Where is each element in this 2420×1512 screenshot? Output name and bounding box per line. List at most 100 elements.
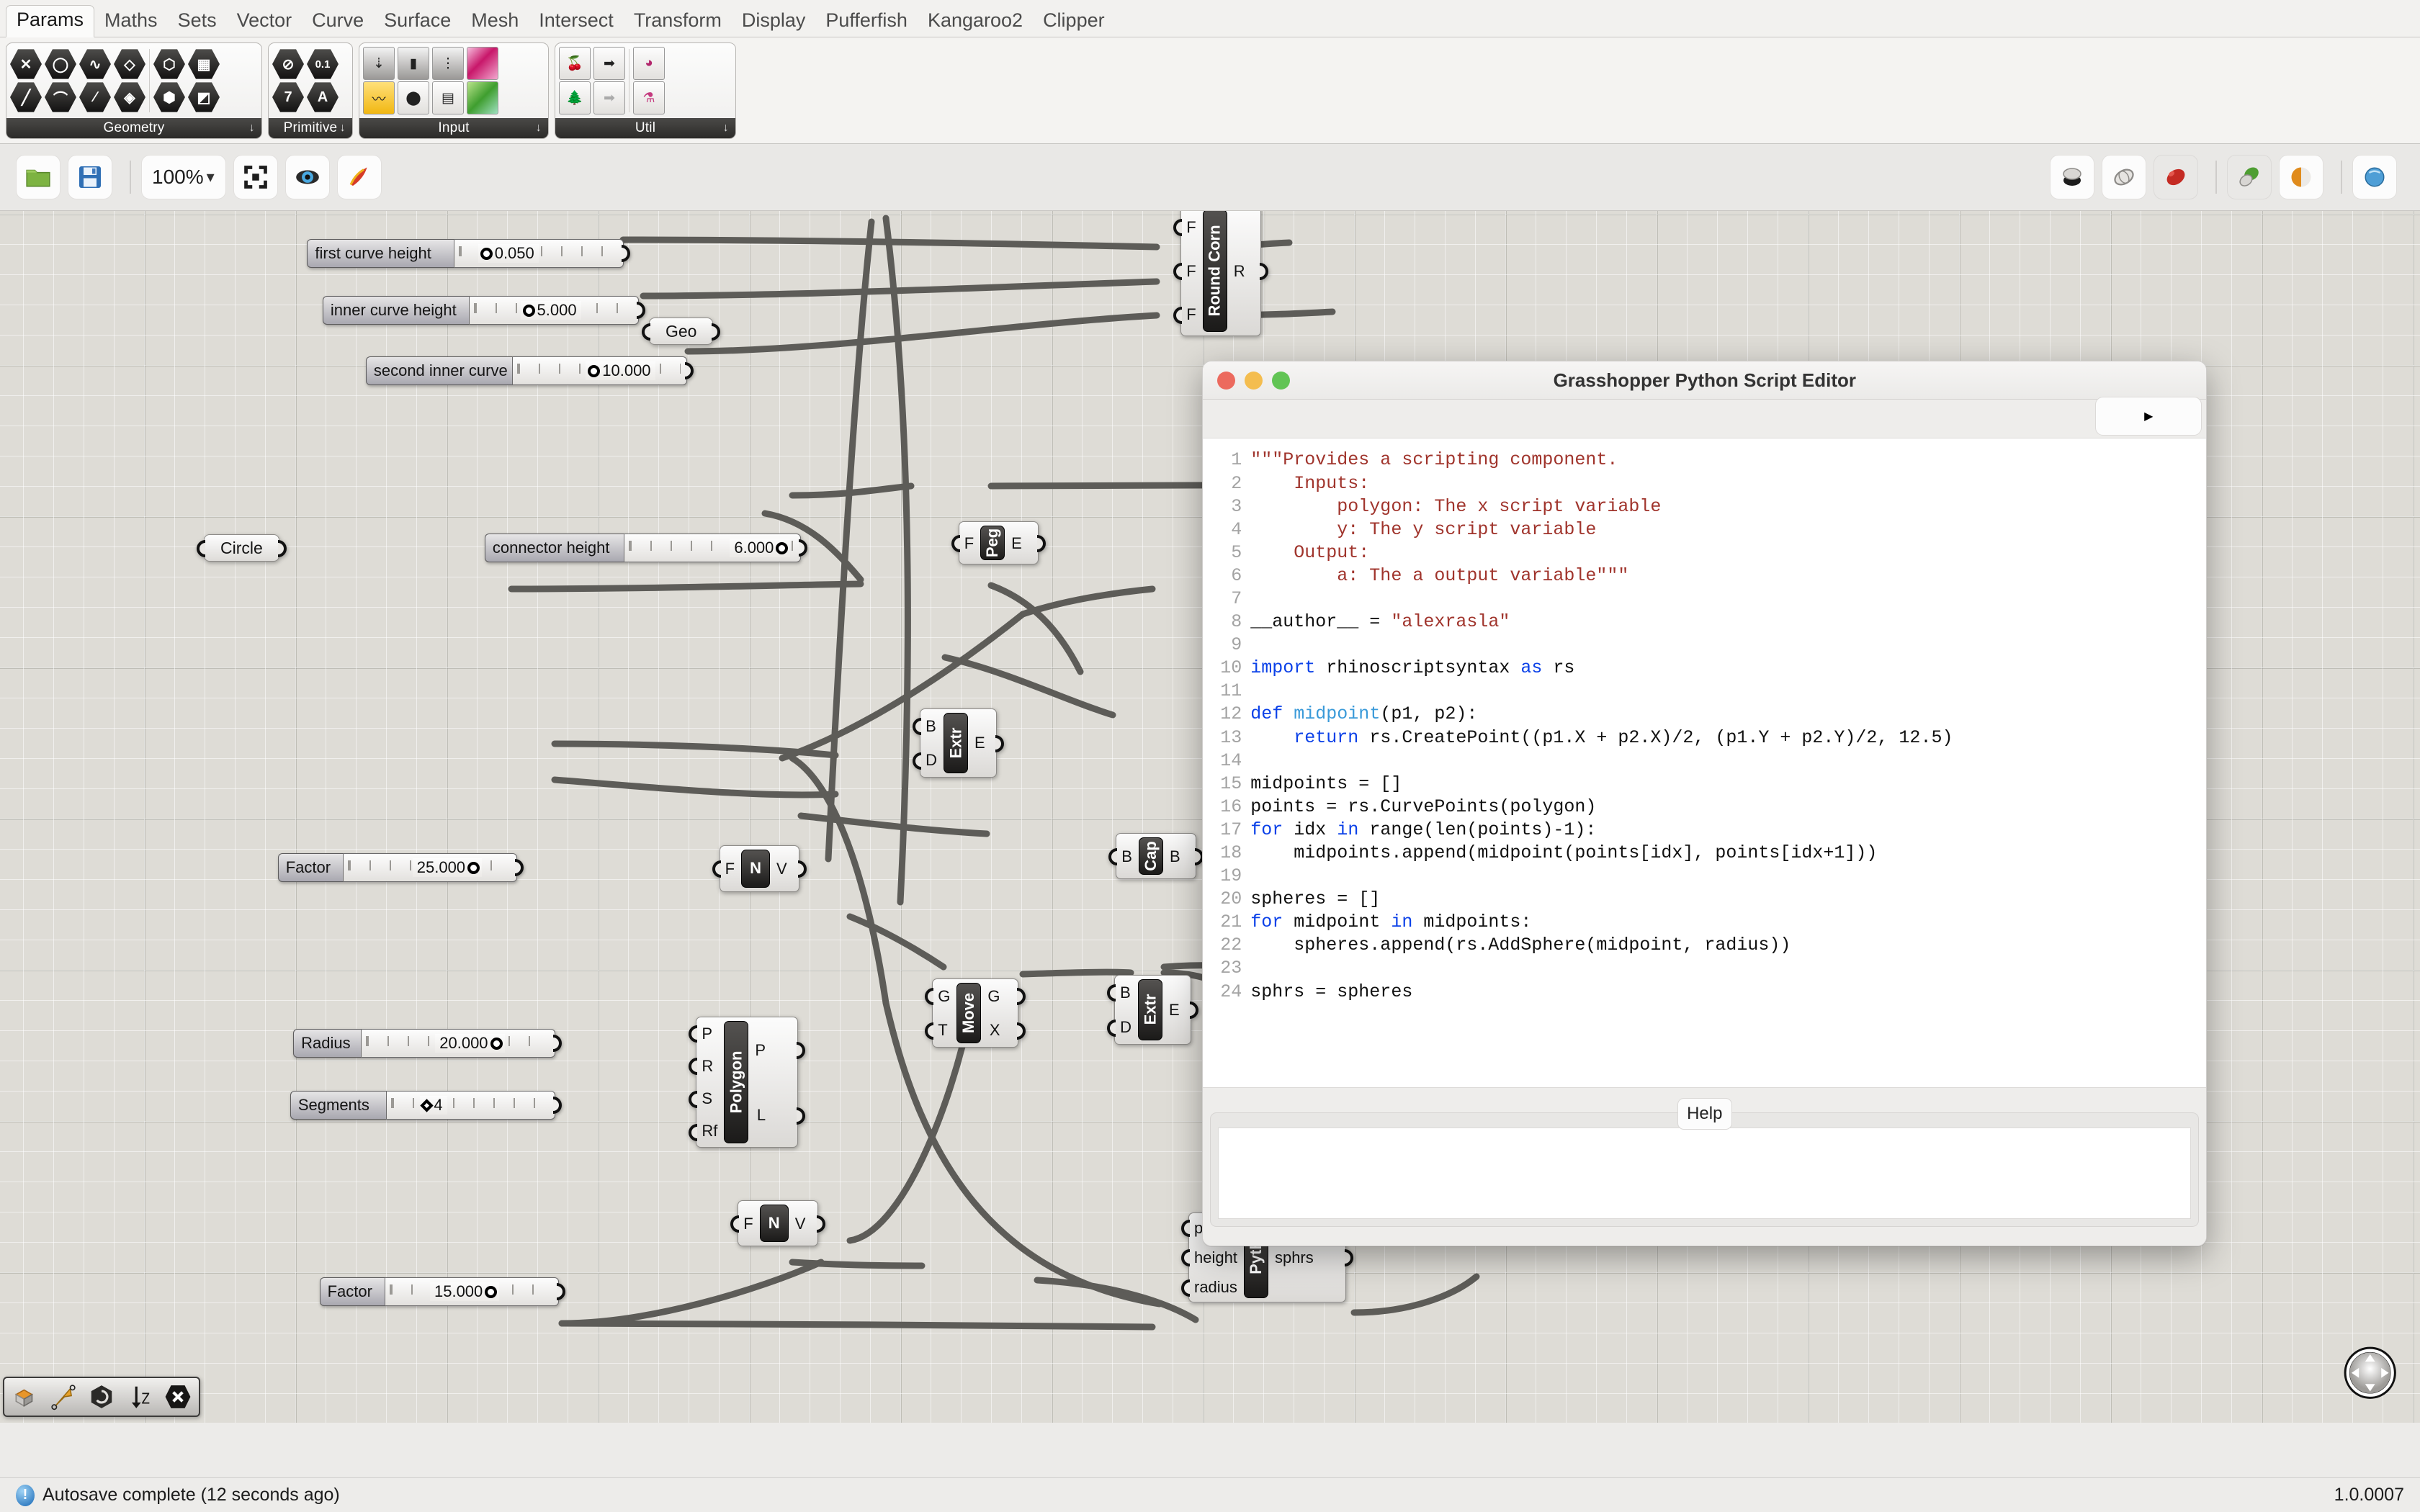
boolean-toggle-icon[interactable]: ▮ (398, 47, 429, 80)
slider-knob[interactable] (480, 248, 493, 260)
output-param-P[interactable]: P (755, 1042, 766, 1058)
sticky-preview-icon[interactable] (2227, 155, 2272, 199)
preview-wireframe-icon[interactable] (2102, 155, 2146, 199)
slider-factor-7[interactable]: Factor15.000 (320, 1277, 559, 1306)
sketch-arrow-icon[interactable] (48, 1381, 79, 1413)
python-script-editor-window[interactable]: Grasshopper Python Script Editor ▶ 1"""P… (1202, 361, 2207, 1246)
code-line[interactable]: 22 spheres.append(rs.AddSphere(midpoint,… (1203, 934, 2206, 957)
value-list-icon[interactable]: ⋮ (432, 47, 464, 80)
run-script-button[interactable]: ▶ (2095, 397, 2202, 436)
input-param-height[interactable]: height (1194, 1249, 1237, 1266)
slider-track[interactable]: 0.050 (454, 239, 624, 268)
graph-mapper-icon[interactable]: 〰 (363, 81, 395, 114)
input-param-D[interactable]: D (926, 752, 937, 768)
slider-knob[interactable] (490, 1038, 503, 1050)
mesh-param-icon[interactable]: ▦ (188, 48, 220, 80)
geometry-param-icon[interactable]: ⬢ (153, 81, 185, 113)
code-line[interactable]: 19 (1203, 865, 2206, 888)
cluster-icon[interactable]: ◕ (633, 47, 665, 80)
input-param-F[interactable]: F (1186, 219, 1196, 235)
menu-tab-clipper[interactable]: Clipper (1033, 8, 1115, 37)
code-line[interactable]: 6 a: The a output variable""" (1203, 564, 2206, 588)
cherry-picker-icon[interactable]: 🍒 (559, 47, 591, 80)
input-param-radius[interactable]: radius (1194, 1279, 1237, 1295)
output-param-X[interactable]: X (990, 1022, 1000, 1038)
input-param-B[interactable]: B (1120, 984, 1131, 1001)
input-param-F[interactable]: F (1186, 263, 1196, 279)
code-editor-area[interactable]: 1"""Provides a scripting component.2 Inp… (1203, 438, 2206, 1087)
output-param-E[interactable]: E (1011, 535, 1022, 552)
slider-knob[interactable] (523, 305, 535, 317)
code-line[interactable]: 1"""Provides a scripting component. (1203, 449, 2206, 472)
code-line[interactable]: 21for midpoint in midpoints: (1203, 911, 2206, 934)
output-param-G[interactable]: G (987, 988, 1000, 1004)
chevron-down-icon[interactable]: ↓ (249, 118, 255, 138)
integer-param-icon[interactable]: 7 (272, 81, 304, 113)
component-negative-8[interactable]: FNV (738, 1200, 817, 1246)
open-file-icon[interactable] (16, 155, 60, 199)
menu-tab-display[interactable]: Display (732, 8, 816, 37)
input-param-B[interactable]: B (926, 718, 936, 734)
code-line[interactable]: 4 y: The y script variable (1203, 518, 2206, 541)
number-param-icon[interactable]: 0.1 (307, 48, 339, 80)
slider-first-curve-height-0[interactable]: first curve height0.050 (307, 239, 623, 268)
zoom-extents-icon[interactable] (233, 155, 278, 199)
arrow-right-grey-icon[interactable]: ➡ (593, 81, 625, 114)
output-console-text[interactable] (1218, 1128, 2191, 1219)
output-param-R[interactable]: R (1234, 263, 1245, 279)
code-line[interactable]: 5 Output: (1203, 541, 2206, 564)
input-param-G[interactable]: G (938, 988, 950, 1004)
arrow-right-icon[interactable]: ➡ (593, 47, 625, 80)
slider-track[interactable]: 6.000 (624, 534, 801, 562)
component-negative-3[interactable]: FNV (720, 845, 799, 891)
zoom-level-select[interactable]: 100% ▾ (141, 155, 226, 199)
output-param-E[interactable]: E (1169, 1002, 1180, 1018)
brep-param-icon[interactable]: ⬡ (153, 48, 185, 80)
menu-tab-transform[interactable]: Transform (624, 8, 732, 37)
code-line[interactable]: 20spheres = [] (1203, 888, 2206, 911)
flask-icon[interactable]: ⚗ (633, 81, 665, 114)
input-param-F[interactable]: F (964, 535, 974, 552)
bake-icon[interactable] (337, 155, 382, 199)
input-param-F[interactable]: F (725, 860, 735, 877)
code-line[interactable]: 11 (1203, 680, 2206, 703)
menu-tab-vector[interactable]: Vector (227, 8, 302, 37)
menu-tab-mesh[interactable]: Mesh (461, 8, 529, 37)
editor-title-bar[interactable]: Grasshopper Python Script Editor (1203, 361, 2206, 400)
component-extrude-2[interactable]: BDExtrE (920, 708, 997, 778)
slider-track[interactable]: 25.000 (343, 853, 517, 882)
code-line[interactable]: 12def midpoint(p1, p2): (1203, 703, 2206, 726)
code-line[interactable]: 15midpoints = [] (1203, 773, 2206, 796)
circle-param-icon[interactable]: ◯ (45, 48, 76, 80)
canvas-compass-icon[interactable] (2338, 1341, 2400, 1403)
output-param-B[interactable]: B (1170, 848, 1180, 865)
help-button[interactable]: Help (1677, 1098, 1732, 1130)
input-param-S[interactable]: S (702, 1090, 712, 1107)
component-polygon-5[interactable]: PRSRfPolygonPL (696, 1017, 797, 1148)
boolean-param-icon[interactable]: ⊘ (272, 48, 304, 80)
code-line[interactable]: 3 polygon: The x script variable (1203, 495, 2206, 518)
output-param-V[interactable]: V (776, 860, 787, 877)
chevron-down-icon[interactable]: ↓ (723, 118, 729, 138)
output-param-sphrs[interactable]: sphrs (1275, 1249, 1314, 1266)
slider-connector-height-3[interactable]: connector height6.000 (485, 534, 801, 562)
spiral-icon[interactable] (86, 1381, 117, 1413)
slider-track[interactable]: 15.000 (385, 1277, 559, 1306)
plane-param-icon[interactable]: ◩ (188, 81, 220, 113)
menu-tab-kangaroo2[interactable]: Kangaroo2 (918, 8, 1033, 37)
output-param-V[interactable]: V (795, 1215, 806, 1232)
text-param-icon[interactable]: A (307, 81, 339, 113)
point-param-icon[interactable]: ∕ (79, 81, 111, 113)
code-line[interactable]: 8__author__ = "alexrasla" (1203, 611, 2206, 634)
component-peg-1[interactable]: FPegE (959, 521, 1039, 564)
component-cap-holes-4[interactable]: BCapB (1116, 833, 1196, 879)
menu-tab-sets[interactable]: Sets (168, 8, 227, 37)
param-circle[interactable]: Circle (204, 534, 279, 562)
number-slider-icon[interactable]: ⇣ (363, 47, 395, 80)
x-param-icon[interactable]: ✕ (10, 48, 42, 80)
slider-radius-5[interactable]: Radius20.000 (293, 1029, 555, 1058)
component-round-corners-0[interactable]: FFFRound CornR (1180, 211, 1260, 336)
slider-track[interactable]: 5.000 (469, 296, 639, 325)
menu-tab-surface[interactable]: Surface (374, 8, 461, 37)
menu-tab-curve[interactable]: Curve (302, 8, 374, 37)
